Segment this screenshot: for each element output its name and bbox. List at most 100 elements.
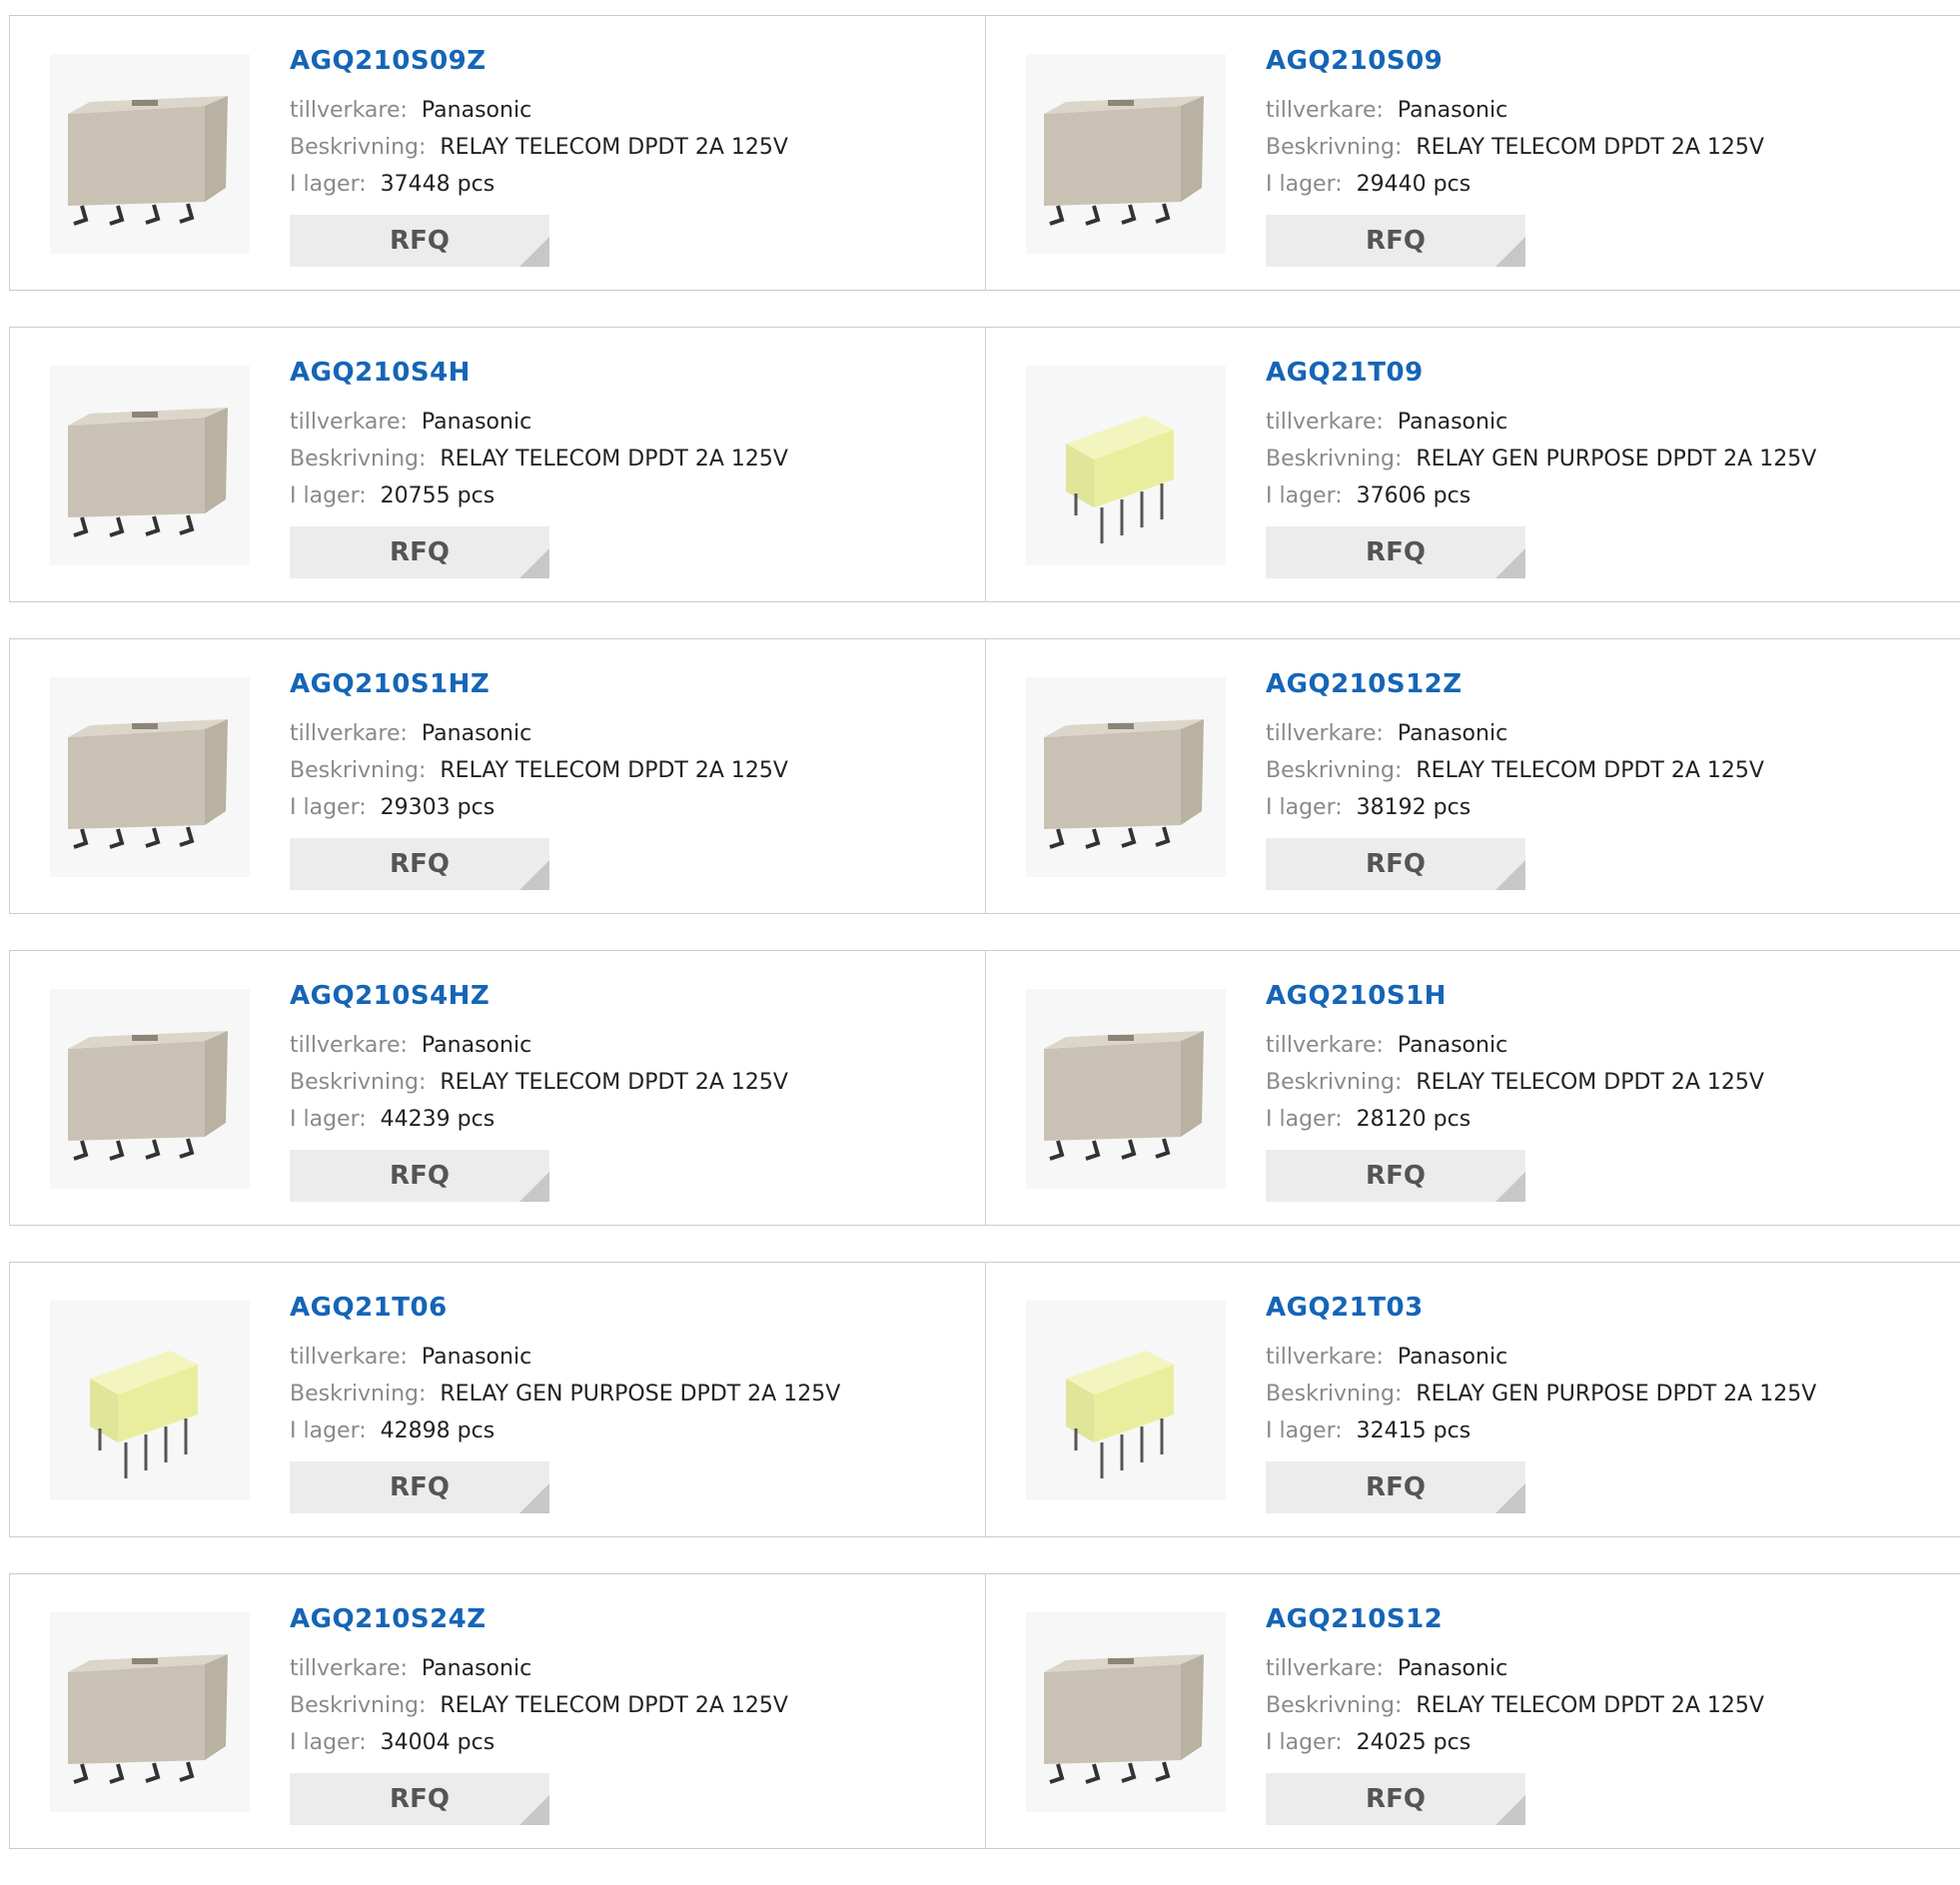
rfq-button[interactable]: RFQ [290, 1773, 549, 1825]
product-title-link[interactable]: AGQ210S1HZ [290, 669, 975, 699]
stock-row: I lager: 38192 pcs [1266, 789, 1950, 826]
rfq-button[interactable]: RFQ [1266, 526, 1525, 578]
product-row: AGQ210S24Z tillverkare: Panasonic Beskrivni… [9, 1573, 1960, 1849]
stock-row: I lager: 28120 pcs [1266, 1101, 1950, 1138]
product-title-link[interactable]: AGQ210S09Z [290, 46, 975, 76]
product-title-link[interactable]: AGQ210S12 [1266, 1604, 1950, 1634]
product-image[interactable] [1026, 1301, 1226, 1500]
stock-value: 37448 pcs [380, 172, 495, 197]
rfq-button[interactable]: RFQ [1266, 838, 1525, 890]
product-title-link[interactable]: AGQ210S09 [1266, 46, 1950, 76]
description-label: Beskrivning: [1266, 1693, 1403, 1718]
rfq-button[interactable]: RFQ [1266, 215, 1525, 267]
rfq-label: RFQ [1366, 1161, 1426, 1191]
stock-row: I lager: 37448 pcs [290, 166, 975, 203]
product-row: AGQ210S09Z tillverkare: Panasonic Beskrivni… [9, 15, 1960, 291]
manufacturer-label: tillverkare: [1266, 1033, 1384, 1058]
rfq-label: RFQ [390, 1784, 450, 1814]
rfq-button[interactable]: RFQ [1266, 1461, 1525, 1513]
rfq-button[interactable]: RFQ [290, 526, 549, 578]
corner-decoration [1495, 237, 1525, 267]
smd-relay-icon [66, 406, 230, 537]
description-row: Beskrivning: RELAY TELECOM DPDT 2A 125V [1266, 752, 1950, 789]
manufacturer-label: tillverkare: [1266, 721, 1384, 746]
stock-value: 24025 pcs [1356, 1730, 1471, 1755]
product-card: AGQ210S12 tillverkare: Panasonic Beskrivnin… [985, 1574, 1960, 1848]
rfq-label: RFQ [390, 1472, 450, 1502]
rfq-label: RFQ [390, 537, 450, 567]
rfq-label: RFQ [390, 226, 450, 256]
product-info: AGQ210S12Z tillverkare: Panasonic Beskrivni… [1266, 669, 1950, 826]
product-title-link[interactable]: AGQ210S12Z [1266, 669, 1950, 699]
rfq-button[interactable]: RFQ [1266, 1150, 1525, 1202]
stock-value: 29303 pcs [380, 795, 495, 820]
manufacturer-value: Panasonic [421, 98, 532, 123]
stock-value: 28120 pcs [1356, 1107, 1471, 1132]
stock-label: I lager: [1266, 1418, 1343, 1443]
product-image[interactable] [1026, 366, 1226, 565]
rfq-button[interactable]: RFQ [290, 1150, 549, 1202]
rfq-button[interactable]: RFQ [290, 838, 549, 890]
product-title-link[interactable]: AGQ210S24Z [290, 1604, 975, 1634]
manufacturer-value: Panasonic [1397, 1656, 1508, 1681]
description-label: Beskrivning: [1266, 447, 1403, 471]
description-value: RELAY TELECOM DPDT 2A 125V [440, 758, 788, 783]
manufacturer-row: tillverkare: Panasonic [1266, 92, 1950, 129]
smd-relay-icon [1042, 94, 1206, 226]
smd-relay-icon [1042, 717, 1206, 849]
product-image[interactable] [1026, 1612, 1226, 1812]
product-title-link[interactable]: AGQ21T09 [1266, 358, 1950, 388]
description-row: Beskrivning: RELAY TELECOM DPDT 2A 125V [1266, 1064, 1950, 1101]
stock-value: 42898 pcs [380, 1418, 495, 1443]
rfq-button[interactable]: RFQ [290, 1461, 549, 1513]
stock-row: I lager: 42898 pcs [290, 1413, 975, 1449]
product-image[interactable] [1026, 989, 1226, 1189]
manufacturer-value: Panasonic [1397, 1033, 1508, 1058]
product-title-link[interactable]: AGQ210S1H [1266, 981, 1950, 1011]
description-value: RELAY TELECOM DPDT 2A 125V [1416, 1693, 1764, 1718]
rfq-label: RFQ [390, 1161, 450, 1191]
manufacturer-label: tillverkare: [290, 1656, 408, 1681]
product-card: AGQ210S12Z tillverkare: Panasonic Beskrivni… [985, 639, 1960, 913]
smd-relay-icon [1042, 1029, 1206, 1161]
product-image[interactable] [50, 1301, 250, 1500]
product-info: AGQ210S1H tillverkare: Panasonic Beskrivnin… [1266, 981, 1950, 1138]
product-image[interactable] [50, 989, 250, 1189]
product-grid: AGQ210S09Z tillverkare: Panasonic Beskrivni… [9, 15, 1960, 1885]
rfq-label: RFQ [1366, 849, 1426, 879]
stock-row: I lager: 37606 pcs [1266, 477, 1950, 514]
manufacturer-row: tillverkare: Panasonic [290, 1027, 975, 1064]
product-info: AGQ21T03 tillverkare: Panasonic Beskrivning… [1266, 1293, 1950, 1449]
description-value: RELAY TELECOM DPDT 2A 125V [440, 447, 788, 471]
rfq-button[interactable]: RFQ [1266, 1773, 1525, 1825]
product-title-link[interactable]: AGQ21T03 [1266, 1293, 1950, 1323]
manufacturer-row: tillverkare: Panasonic [290, 715, 975, 752]
stock-row: I lager: 20755 pcs [290, 477, 975, 514]
product-image[interactable] [1026, 677, 1226, 877]
description-row: Beskrivning: RELAY TELECOM DPDT 2A 125V [1266, 1687, 1950, 1724]
product-image[interactable] [50, 54, 250, 254]
rfq-button[interactable]: RFQ [290, 215, 549, 267]
product-title-link[interactable]: AGQ21T06 [290, 1293, 975, 1323]
manufacturer-row: tillverkare: Panasonic [1266, 1650, 1950, 1687]
product-image[interactable] [50, 366, 250, 565]
product-title-link[interactable]: AGQ210S4HZ [290, 981, 975, 1011]
product-card: AGQ210S4HZ tillverkare: Panasonic Beskrivni… [10, 951, 985, 1225]
description-row: Beskrivning: RELAY TELECOM DPDT 2A 125V [290, 752, 975, 789]
description-label: Beskrivning: [290, 758, 427, 783]
product-title-link[interactable]: AGQ210S4H [290, 358, 975, 388]
product-image[interactable] [50, 1612, 250, 1812]
product-info: AGQ210S4HZ tillverkare: Panasonic Beskrivni… [290, 981, 975, 1138]
stock-value: 44239 pcs [380, 1107, 495, 1132]
stock-row: I lager: 29303 pcs [290, 789, 975, 826]
manufacturer-value: Panasonic [1397, 410, 1508, 435]
product-row: AGQ210S4HZ tillverkare: Panasonic Beskrivni… [9, 950, 1960, 1226]
description-value: RELAY GEN PURPOSE DPDT 2A 125V [440, 1382, 841, 1407]
rfq-label: RFQ [1366, 1472, 1426, 1502]
product-image[interactable] [1026, 54, 1226, 254]
description-value: RELAY TELECOM DPDT 2A 125V [1416, 135, 1764, 160]
product-info: AGQ210S24Z tillverkare: Panasonic Beskrivni… [290, 1604, 975, 1761]
manufacturer-label: tillverkare: [1266, 98, 1384, 123]
product-image[interactable] [50, 677, 250, 877]
corner-decoration [1495, 1483, 1525, 1513]
